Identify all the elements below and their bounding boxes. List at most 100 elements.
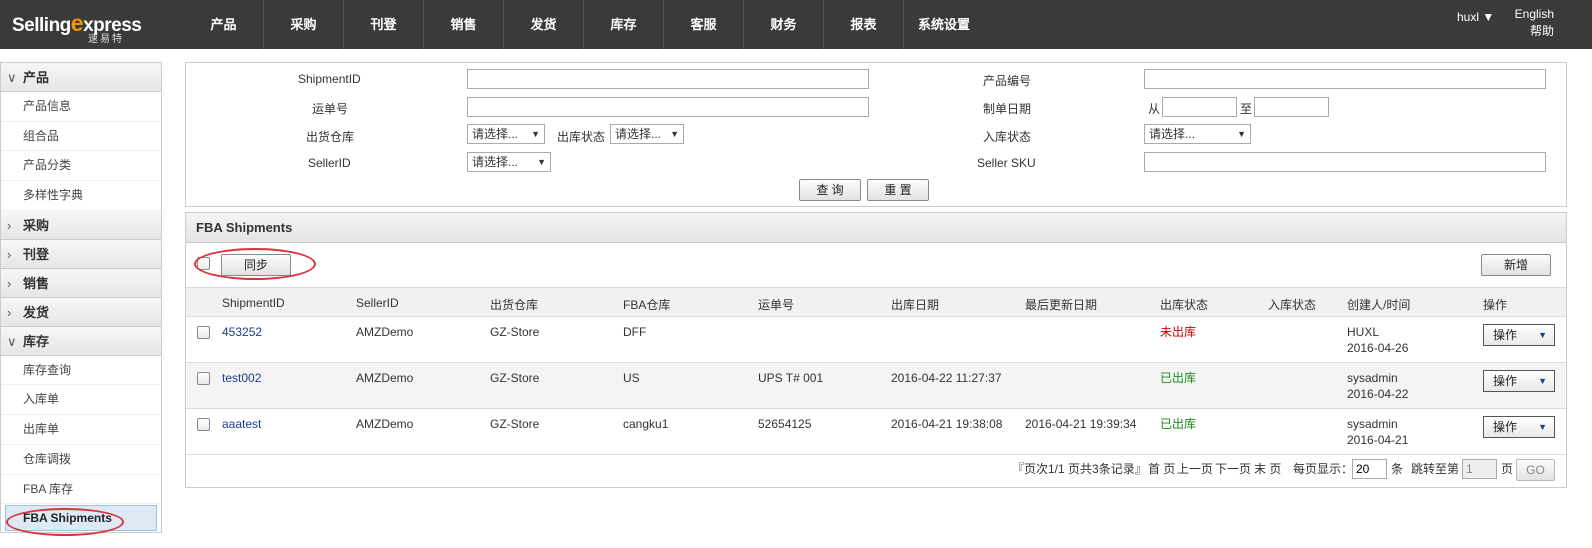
dropdown-caret-icon: ▼ [1538, 376, 1547, 386]
col-in-status[interactable]: 入库状态 [1268, 296, 1316, 313]
date-label: 制单日期 [983, 102, 1032, 116]
warehouse-select[interactable]: 请选择... ▼ [467, 124, 545, 144]
nav-item-finance[interactable]: 财务 [744, 0, 824, 49]
seller-id-label: SellerID [308, 156, 351, 170]
warehouse-label: 出货仓库 [306, 130, 355, 144]
col-out-status[interactable]: 出库状态 [1160, 296, 1208, 313]
nav-item-inventory[interactable]: 库存 [584, 0, 664, 49]
col-fba-warehouse[interactable]: FBA仓库 [623, 296, 670, 313]
sidebar-item-variation[interactable]: 多样性字典 [1, 181, 161, 211]
pager-last[interactable]: 末 页 [1254, 459, 1281, 479]
table-header: ShipmentID SellerID 出货仓库 FBA仓库 运单号 出库日期 … [186, 287, 1566, 317]
shipment-id-link[interactable]: aaatest [222, 415, 261, 433]
language-link[interactable]: English [1515, 6, 1554, 23]
sidebar-group-purchase[interactable]: › 采购 [1, 210, 161, 240]
sidebar-item-transfer[interactable]: 仓库调拨 [1, 445, 161, 475]
sidebar-group-shipping[interactable]: › 发货 [1, 297, 161, 327]
sidebar-item-category[interactable]: 产品分类 [1, 151, 161, 182]
sidebar-item-stock-query[interactable]: 库存查询 [1, 356, 161, 386]
row-checkbox[interactable] [197, 418, 210, 431]
nav-item-product[interactable]: 产品 [184, 0, 264, 49]
select-all-checkbox[interactable] [197, 257, 210, 270]
fba-warehouse-cell: DFF [623, 325, 647, 339]
created-cell: 2016-04-22 [1347, 387, 1409, 401]
nav-item-purchase[interactable]: 采购 [264, 0, 344, 49]
per-page-input[interactable] [1352, 459, 1387, 479]
nav-item-sales[interactable]: 销售 [424, 0, 504, 49]
sidebar-group-listing[interactable]: › 刊登 [1, 239, 161, 269]
user-menu[interactable]: huxl ▼ [1457, 10, 1494, 24]
pager-summary: 『页次1/1 页共3条记录』 [1012, 462, 1147, 476]
col-tracking[interactable]: 运单号 [758, 296, 794, 313]
sidebar-group-product[interactable]: ∨ 产品 [1, 63, 161, 92]
new-button[interactable]: 新增 [1481, 254, 1551, 276]
chevron-down-icon: ∨ [7, 70, 17, 85]
col-creator[interactable]: 创建人/时间 [1347, 296, 1410, 313]
shipment-id-link[interactable]: 453252 [222, 323, 262, 341]
sidebar-item-outbound[interactable]: 出库单 [1, 415, 161, 445]
action-dropdown[interactable]: 操作 ▼ [1483, 416, 1555, 438]
col-out-date[interactable]: 出库日期 [891, 296, 939, 313]
sidebar-group-sales[interactable]: › 销售 [1, 268, 161, 298]
seller-id-cell: AMZDemo [356, 371, 414, 385]
action-dropdown[interactable]: 操作 ▼ [1483, 324, 1555, 346]
col-warehouse[interactable]: 出货仓库 [490, 296, 538, 313]
col-updated[interactable]: 最后更新日期 [1025, 296, 1097, 313]
updated-cell: 2016-04-21 19:39:34 [1025, 417, 1137, 431]
tracking-label: 运单号 [312, 102, 349, 116]
seller-id-cell: AMZDemo [356, 325, 414, 339]
col-shipment-id[interactable]: ShipmentID [222, 296, 285, 310]
pager-prev[interactable]: 上一页 [1177, 459, 1213, 479]
fba-warehouse-cell: US [623, 371, 640, 385]
help-link[interactable]: 帮助 [1515, 23, 1554, 40]
dropdown-caret-icon: ▼ [1538, 422, 1547, 432]
nav-item-reports[interactable]: 报表 [824, 0, 904, 49]
nav-item-settings[interactable]: 系统设置 [904, 0, 984, 49]
tracking-cell: 52654125 [758, 417, 812, 431]
out-status-cell: 未出库 [1160, 325, 1197, 339]
out-status-cell: 已出库 [1160, 371, 1197, 385]
nav-item-listing[interactable]: 刊登 [344, 0, 424, 49]
tracking-input[interactable] [467, 97, 869, 117]
product-code-label: 产品编号 [983, 74, 1032, 88]
date-to-label: 至 [1240, 102, 1253, 116]
seller-sku-input[interactable] [1144, 152, 1546, 172]
logo[interactable]: Sellingexpress 速易特 [12, 8, 162, 45]
pager-first[interactable]: 首 页 [1148, 459, 1175, 479]
logo-subtitle: 速易特 [88, 34, 124, 45]
reset-button[interactable]: 重 置 [867, 179, 929, 201]
col-seller-id[interactable]: SellerID [356, 296, 399, 310]
dropdown-caret-icon: ▼ [670, 129, 679, 139]
row-checkbox[interactable] [197, 326, 210, 339]
seller-id-select[interactable]: 请选择... ▼ [467, 152, 551, 172]
chevron-right-icon: › [7, 217, 12, 233]
sidebar-item-fba-shipments[interactable]: FBA Shipments [5, 505, 157, 532]
action-dropdown[interactable]: 操作 ▼ [1483, 370, 1555, 392]
col-actions: 操作 [1483, 298, 1508, 312]
nav-item-service[interactable]: 客服 [664, 0, 744, 49]
sidebar-item-fba-stock[interactable]: FBA 库存 [1, 475, 161, 505]
query-button[interactable]: 查 询 [799, 179, 861, 201]
date-from-input[interactable] [1162, 97, 1237, 117]
sidebar-item-product-info[interactable]: 产品信息 [1, 92, 161, 122]
shipment-id-input[interactable] [467, 69, 869, 89]
sidebar-item-inbound[interactable]: 入库单 [1, 385, 161, 416]
out-date-cell: 2016-04-22 11:27:37 [891, 371, 1002, 385]
table-row: 453252 AMZDemo GZ-Store DFF 未出库 HUXL 201… [186, 317, 1566, 363]
sync-button[interactable]: 同步 [221, 254, 291, 276]
sidebar-item-bundle[interactable]: 组合品 [1, 122, 161, 152]
chevron-right-icon: › [7, 304, 12, 320]
outbound-status-select[interactable]: 请选择... ▼ [610, 124, 684, 144]
jump-page-input[interactable] [1462, 459, 1497, 479]
shipment-id-link[interactable]: test002 [222, 369, 261, 387]
inbound-status-select[interactable]: 请选择... ▼ [1144, 124, 1251, 144]
go-button[interactable]: GO [1516, 459, 1555, 481]
sidebar-group-inventory[interactable]: ∨ 库存 [1, 326, 161, 356]
nav-item-shipping[interactable]: 发货 [504, 0, 584, 49]
row-checkbox[interactable] [197, 372, 210, 385]
date-to-input[interactable] [1254, 97, 1329, 117]
created-cell: 2016-04-21 [1347, 433, 1409, 447]
seller-id-cell: AMZDemo [356, 417, 414, 431]
pager-next[interactable]: 下一页 [1215, 459, 1251, 479]
product-code-input[interactable] [1144, 69, 1546, 89]
